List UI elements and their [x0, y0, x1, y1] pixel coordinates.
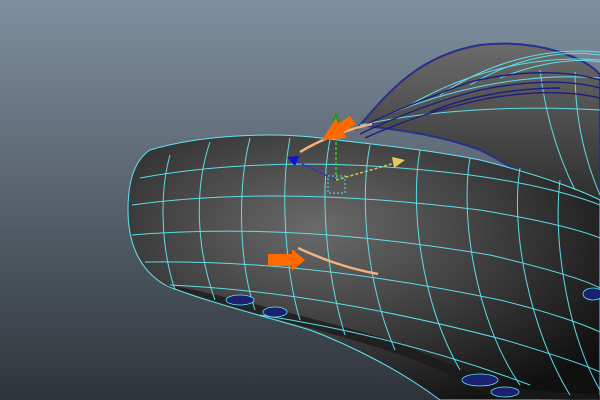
viewport-canvas[interactable]: [0, 0, 600, 400]
3d-viewport[interactable]: [0, 0, 600, 400]
